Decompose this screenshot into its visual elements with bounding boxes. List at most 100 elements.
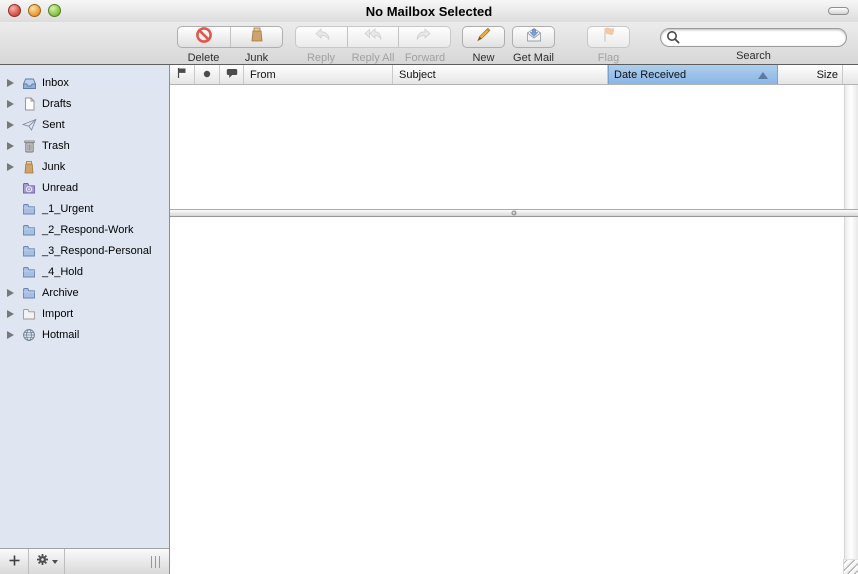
splitter-grab-dot[interactable] (511, 210, 517, 216)
flag-icon (600, 27, 617, 47)
delete-button[interactable] (178, 27, 230, 47)
search-area: Search (660, 27, 847, 62)
disclosure-triangle-icon[interactable] (7, 142, 17, 150)
column-header-from[interactable]: From (244, 65, 393, 84)
flag-group: Flag (587, 26, 630, 64)
sidebar-item-label: Inbox (42, 76, 69, 89)
sidebar-item-label: Hotmail (42, 328, 80, 341)
preview-scrollbar[interactable] (844, 217, 858, 559)
sidebar-footer (0, 548, 169, 574)
get-mail-group: Get Mail (512, 26, 555, 64)
disclosure-triangle-icon[interactable] (7, 79, 17, 87)
content-area: Inbox Drafts Sent Trash Junk Unread _1_U… (0, 65, 858, 574)
folder-plain-icon (21, 306, 37, 321)
sidebar-item-unread[interactable]: Unread (0, 177, 169, 198)
reply-all-icon (363, 27, 383, 47)
flag-label: Flag (597, 52, 620, 64)
inbox-icon (21, 75, 37, 90)
gear-icon (36, 553, 49, 571)
flag-button[interactable] (588, 27, 629, 47)
reply-icon (313, 27, 331, 47)
delete-icon (194, 27, 214, 47)
disclosure-triangle-icon[interactable] (7, 121, 17, 129)
column-header-note[interactable] (220, 65, 244, 84)
trash-icon (21, 138, 37, 153)
junk-button[interactable] (230, 27, 282, 47)
message-list-scrollbar[interactable] (844, 85, 858, 209)
reply-label: Reply (306, 52, 336, 64)
sidebar-item-inbox[interactable]: Inbox (0, 72, 169, 93)
sidebar-item-1-urgent[interactable]: _1_Urgent (0, 198, 169, 219)
disclosure-triangle-icon[interactable] (7, 310, 17, 318)
column-header-size[interactable]: Size (778, 65, 843, 84)
column-header-flag[interactable] (170, 65, 195, 84)
toolbar: Delete Junk Reply Reply All Forward New … (0, 22, 858, 65)
folder-blue-icon (21, 264, 37, 279)
sidebar-item-hotmail[interactable]: Hotmail (0, 324, 169, 345)
sidebar-item-3-respond-personal[interactable]: _3_Respond-Personal (0, 240, 169, 261)
folder-blue-icon (21, 243, 37, 258)
column-header-date-received[interactable]: Date Received (608, 65, 778, 84)
sidebar-item-trash[interactable]: Trash (0, 135, 169, 156)
sidebar-item-drafts[interactable]: Drafts (0, 93, 169, 114)
action-menu-button[interactable] (29, 549, 65, 574)
disclosure-triangle-icon[interactable] (7, 100, 17, 108)
delete-junk-group: Delete Junk (177, 26, 283, 64)
window-title: No Mailbox Selected (365, 4, 493, 19)
main-pane: From Subject Date Received Size (170, 65, 858, 574)
mail-window: No Mailbox Selected Delete Junk Reply Re… (0, 0, 858, 574)
sidebar-item-2-respond-work[interactable]: _2_Respond-Work (0, 219, 169, 240)
subject-column-label: Subject (399, 68, 436, 81)
sort-ascending-icon (758, 72, 768, 79)
new-message-button[interactable] (463, 27, 504, 47)
disclosure-triangle-icon[interactable] (7, 289, 17, 297)
sidebar-item-junk[interactable]: Junk (0, 156, 169, 177)
reply-all-button[interactable] (347, 27, 398, 47)
title-bar[interactable]: No Mailbox Selected (0, 0, 858, 22)
footer-spacer (65, 549, 151, 574)
forward-label: Forward (404, 52, 446, 64)
reply-button[interactable] (296, 27, 347, 47)
column-header-subject[interactable]: Subject (393, 65, 608, 84)
sidebar-item-label: Drafts (42, 97, 72, 110)
sidebar-item-label: Junk (42, 160, 66, 173)
header-scrollbar-corner (843, 65, 858, 84)
search-icon (666, 30, 680, 49)
sidebar-item-label: Archive (42, 286, 79, 299)
new-label: New (472, 52, 495, 64)
sidebar-item-import[interactable]: Import (0, 303, 169, 324)
reply-all-label: Reply All (351, 52, 395, 64)
flag-column-icon (176, 67, 188, 82)
sidebar-item-4-hold[interactable]: _4_Hold (0, 261, 169, 282)
sidebar-resize-handle[interactable] (151, 555, 162, 568)
sidebar-item-archive[interactable]: Archive (0, 282, 169, 303)
sidebar-item-label: _2_Respond-Work (42, 223, 134, 236)
disclosure-triangle-icon[interactable] (7, 331, 17, 339)
forward-button[interactable] (398, 27, 449, 47)
note-bubble-icon (226, 68, 238, 82)
get-mail-icon (525, 27, 543, 47)
drafts-icon (21, 96, 37, 111)
menu-caret-icon (51, 559, 58, 564)
message-list[interactable] (170, 85, 858, 209)
size-column-label: Size (816, 68, 838, 81)
add-mailbox-button[interactable] (0, 549, 29, 574)
globe-icon (21, 327, 37, 342)
disclosure-triangle-icon[interactable] (7, 163, 17, 171)
toolbar-toggle-button[interactable] (828, 7, 849, 15)
window-resize-grip[interactable] (843, 559, 858, 574)
junk-label: Junk (244, 52, 269, 64)
message-list-header: From Subject Date Received Size (170, 65, 858, 85)
get-mail-button[interactable] (513, 27, 554, 47)
folder-blue-icon (21, 222, 37, 237)
pane-splitter[interactable] (170, 209, 858, 217)
column-header-status[interactable] (195, 65, 220, 84)
from-column-label: From (250, 68, 276, 81)
search-label: Search (736, 49, 771, 62)
mailbox-sidebar: Inbox Drafts Sent Trash Junk Unread _1_U… (0, 65, 170, 574)
message-preview-pane[interactable] (170, 217, 858, 574)
smart-mailbox-icon (21, 180, 37, 195)
get-mail-label: Get Mail (513, 52, 554, 64)
sidebar-item-sent[interactable]: Sent (0, 114, 169, 135)
search-input[interactable] (660, 27, 847, 47)
